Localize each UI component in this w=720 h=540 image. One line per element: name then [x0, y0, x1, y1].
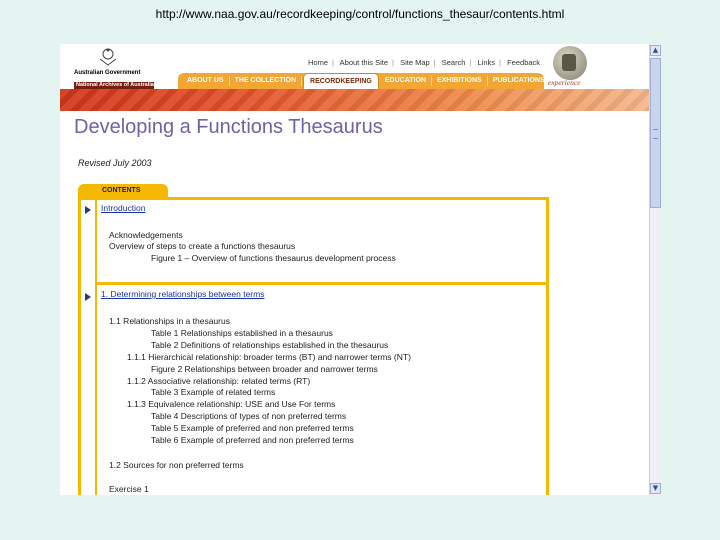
toplink-site-map[interactable]: Site Map: [400, 58, 430, 67]
list-item: 1.1 Relationships in a thesaurus: [109, 316, 230, 326]
header-banner: [60, 89, 649, 111]
link-introduction[interactable]: Introduction: [101, 203, 145, 213]
list-item: Table 6 Example of preferred and non pre…: [151, 435, 354, 445]
list-item: Table 1 Relationships established in a t…: [151, 328, 333, 338]
web-page: Australian Government National Archives …: [60, 44, 649, 495]
list-item: Table 4 Descriptions of types of non pre…: [151, 411, 347, 421]
scrollbar-thumb[interactable]: [650, 58, 661, 208]
divider: [97, 282, 549, 285]
nav-the-collection[interactable]: THE COLLECTION: [230, 76, 303, 86]
top-links: Home | About this Site | Site Map | Search |…: [308, 58, 544, 67]
list-item: 1.1.2 Associative relationship: related …: [127, 376, 311, 386]
toplink-feedback[interactable]: Feedback: [507, 58, 540, 67]
separator: |: [392, 58, 394, 67]
experience-logo-icon[interactable]: [553, 46, 587, 80]
revised-date: Revised July 2003: [78, 158, 152, 168]
coat-of-arms-icon: [99, 48, 117, 66]
list-item: Figure 2 Relationships between broader a…: [151, 364, 378, 374]
toplink-links[interactable]: Links: [478, 58, 496, 67]
contents-box: Introduction Acknowledgements Overview o…: [78, 197, 549, 495]
nav-publications[interactable]: PUBLICATIONS: [488, 76, 550, 86]
list-item: Table 3 Example of related terms: [151, 387, 276, 397]
toplink-search[interactable]: Search: [442, 58, 466, 67]
separator: |: [433, 58, 436, 67]
link-determining-relationships[interactable]: 1. Determining relationships between ter…: [101, 289, 264, 299]
list-item: 1.2 Sources for non preferred terms: [109, 460, 244, 470]
toplink-about-site[interactable]: About this Site: [340, 58, 388, 67]
separator: |: [332, 58, 334, 67]
experience-label[interactable]: experience: [548, 78, 580, 87]
contents-tab: CONTENTS: [78, 184, 168, 197]
logo-government[interactable]: Australian Government: [74, 70, 154, 76]
list-item: Exercise 1: [109, 484, 149, 494]
vertical-scrollbar[interactable]: ▲ ▼: [649, 44, 661, 495]
list-item: Overview of steps to create a functions …: [109, 241, 296, 251]
nav-exhibitions[interactable]: EXHIBITIONS: [432, 76, 488, 86]
page-title: Developing a Functions Thesaurus: [74, 116, 383, 138]
scroll-down-icon[interactable]: ▼: [650, 483, 661, 494]
list-item: 1.1.3 Equivalence relationship: USE and …: [127, 399, 336, 409]
separator: |: [469, 58, 472, 67]
list-item: Table 2 Definitions of relationships est…: [151, 340, 389, 350]
toplink-home[interactable]: Home: [308, 58, 328, 67]
url-label: http://www.naa.gov.au/recordkeeping/cont…: [155, 7, 565, 21]
browser-screenshot: Australian Government National Archives …: [60, 44, 661, 495]
arrow-icon: [85, 293, 91, 301]
site-header: Australian Government National Archives …: [60, 44, 649, 90]
list-item: Acknowledgements: [109, 230, 183, 240]
divider: [95, 200, 97, 495]
scroll-up-icon[interactable]: ▲: [650, 45, 661, 56]
list-item: Table 5 Example of preferred and non pre…: [151, 423, 354, 433]
logo-archives[interactable]: National Archives of Australia: [74, 82, 154, 89]
nav-recordkeeping[interactable]: RECORDKEEPING: [303, 72, 379, 90]
nav-education[interactable]: EDUCATION: [380, 76, 432, 86]
nav-about-us[interactable]: ABOUT US: [182, 76, 230, 86]
arrow-icon: [85, 206, 91, 214]
list-item: 1.1.1 Hierarchical relationship: broader…: [127, 352, 411, 362]
list-item: Figure 1 – Overview of functions thesaur…: [151, 253, 396, 263]
main-nav: ABOUT US THE COLLECTION RECORDKEEPING ED…: [178, 72, 545, 90]
separator: |: [499, 58, 501, 67]
